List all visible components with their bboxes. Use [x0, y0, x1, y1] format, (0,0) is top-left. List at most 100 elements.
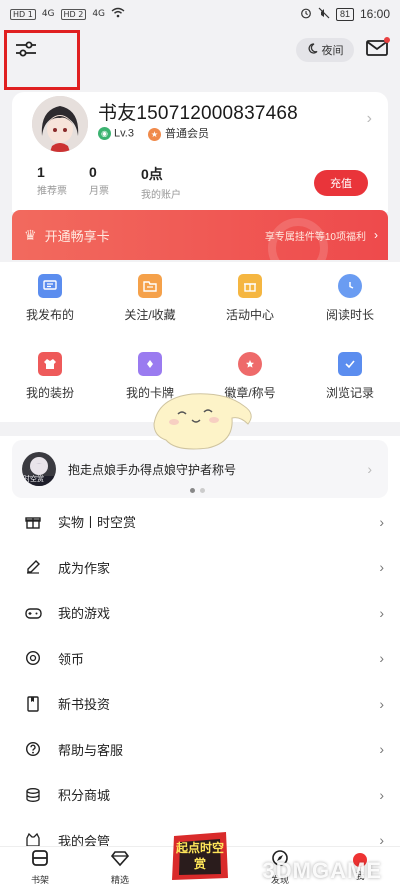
chevron-right-icon: ›: [379, 604, 384, 621]
username: 书友150712000837468: [98, 103, 298, 124]
stat-label: 推荐票: [37, 186, 67, 197]
level-text: Lv.3: [114, 126, 134, 139]
mail-icon: [366, 40, 388, 61]
chevron-right-icon: ›: [379, 786, 384, 803]
grid-item-label: 关注/收藏: [124, 308, 176, 322]
chevron-right-icon: ›: [379, 513, 384, 530]
star-icon: ★: [147, 127, 161, 141]
sliders-icon: [15, 39, 37, 64]
membership-badge[interactable]: ★ 普通会员: [147, 125, 209, 141]
help-icon: [24, 740, 42, 758]
stat-value: 0点: [141, 166, 163, 182]
menu-list: 实物丨时空赏 › 成为作家 › 我的游戏 › 领币 › 新书投资 › 帮助与客服…: [0, 499, 400, 863]
stat-recommend-tickets[interactable]: 1 推荐票: [37, 164, 87, 201]
stat-label: 我的账户: [141, 190, 181, 201]
event-badge[interactable]: 起点时空赏: [170, 828, 230, 884]
menu-card: 时空赏 抱走点娘手办得点娘守护者称号 › 实物丨时空赏 › 成为作家 › 我的游: [0, 436, 400, 849]
clock-time: 16:00: [359, 7, 390, 21]
profile-card[interactable]: 书友150712000837468 ◉ Lv.3 ★ 普通会员 › 1 推荐票 0 …: [12, 92, 388, 212]
stat-monthly-tickets[interactable]: 0 月票: [89, 164, 139, 201]
grid-item-browse-history[interactable]: 浏览记录: [300, 340, 400, 418]
alarm-icon: [300, 7, 312, 22]
menu-item-points-mall[interactable]: 积分商城 ›: [0, 772, 400, 818]
avatar[interactable]: [32, 96, 88, 152]
clock-icon: [338, 274, 362, 298]
grid-item-my-posts[interactable]: 我发布的: [0, 262, 100, 340]
network-indicator-2: 4G: [92, 9, 106, 19]
chevron-right-icon: ›: [379, 650, 384, 667]
stat-account[interactable]: 0点 我的账户: [141, 164, 191, 201]
mail-button[interactable]: [366, 37, 390, 57]
vip-banner[interactable]: ♛ 开通畅享卡 享专属挂件等10项福利 ›: [12, 210, 388, 260]
database-icon: [24, 786, 42, 804]
notice-avatar-text: 时空赏: [23, 476, 44, 483]
grid-item-label: 阅读时长: [325, 308, 374, 322]
mute-icon: [318, 7, 330, 22]
wifi-icon: [111, 7, 125, 21]
grid-item-my-outfits[interactable]: 我的装扮: [0, 340, 100, 418]
pen-icon: [24, 558, 42, 576]
sim1-indicator: HD 1: [10, 8, 36, 20]
menu-item-help-support[interactable]: 帮助与客服 ›: [0, 727, 400, 773]
recharge-button[interactable]: 充值: [314, 170, 368, 196]
grid-item-label: 活动中心: [225, 308, 274, 322]
mascot-illustration: [148, 384, 258, 454]
menu-item-label: 成为作家: [58, 560, 111, 576]
chevron-right-icon: ›: [379, 695, 384, 712]
grid-item-label: 我的装扮: [25, 386, 74, 400]
chevron-right-icon: ›: [374, 228, 378, 242]
stats-row: 1 推荐票 0 月票 0点 我的账户: [37, 164, 193, 201]
menu-item-become-writer[interactable]: 成为作家 ›: [0, 545, 400, 591]
night-mode-button[interactable]: 夜间: [296, 38, 354, 62]
settings-button[interactable]: [4, 30, 80, 90]
menu-item-my-games[interactable]: 我的游戏 ›: [0, 590, 400, 636]
medal-icon: [238, 352, 262, 376]
battery-indicator: 81: [335, 7, 354, 21]
level-icon: ◉: [98, 126, 111, 140]
menu-item-label: 帮助与客服: [58, 742, 124, 758]
carousel-dot: [190, 488, 195, 493]
book-invest-icon: [24, 695, 42, 713]
chevron-right-icon: ›: [366, 110, 372, 127]
gift-icon: [238, 274, 262, 298]
level-badge[interactable]: ◉ Lv.3: [98, 126, 134, 140]
card-icon: [138, 352, 162, 376]
nav-featured[interactable]: 精选: [80, 847, 160, 888]
event-badge-text: 起点时空赏: [176, 841, 225, 871]
menu-item-label: 我的游戏: [58, 606, 111, 622]
menu-item-merch-reward[interactable]: 实物丨时空赏 ›: [0, 499, 400, 545]
grid-item-label: 我发布的: [25, 308, 74, 322]
menu-item-label: 实物丨时空赏: [58, 515, 137, 531]
chevron-right-icon: ›: [379, 741, 384, 758]
shirt-icon: [38, 352, 62, 376]
nav-label: 精选: [110, 875, 129, 885]
vip-title: 开通畅享卡: [44, 228, 110, 244]
diamond-icon: [110, 849, 130, 873]
bookshelf-icon: [31, 849, 49, 873]
menu-item-label: 新书投资: [58, 697, 111, 713]
folder-icon: [138, 274, 162, 298]
crown-icon: ♛: [24, 226, 37, 243]
chevron-right-icon: ›: [379, 559, 384, 576]
stat-value: 0: [89, 164, 97, 180]
status-bar: HD 1 4G HD 2 4G 81 16:00: [0, 0, 400, 28]
coin-icon: [24, 649, 42, 667]
menu-item-claim-coins[interactable]: 领币 ›: [0, 636, 400, 682]
nav-bookshelf[interactable]: 书架: [0, 847, 80, 888]
watermark: 3DMGAME: [262, 858, 382, 883]
moon-icon: [307, 43, 318, 57]
message-icon: [38, 274, 62, 298]
sim2-indicator: HD 2: [60, 8, 87, 20]
grid-item-activity-center[interactable]: 活动中心: [200, 262, 300, 340]
top-bar: 夜间: [0, 30, 400, 90]
grid-item-follow-favorites[interactable]: 关注/收藏: [100, 262, 200, 340]
stat-value: 1: [37, 164, 45, 180]
level-row: ◉ Lv.3 ★ 普通会员: [98, 125, 209, 141]
grid-item-reading-time[interactable]: 阅读时长: [300, 262, 400, 340]
notice-avatar: 时空赏: [22, 452, 56, 486]
unread-dot: [384, 37, 390, 43]
chevron-right-icon: ›: [367, 461, 372, 477]
gamepad-icon: [24, 604, 42, 622]
menu-item-new-book-invest[interactable]: 新书投资 ›: [0, 681, 400, 727]
carousel-dots: [190, 488, 205, 493]
